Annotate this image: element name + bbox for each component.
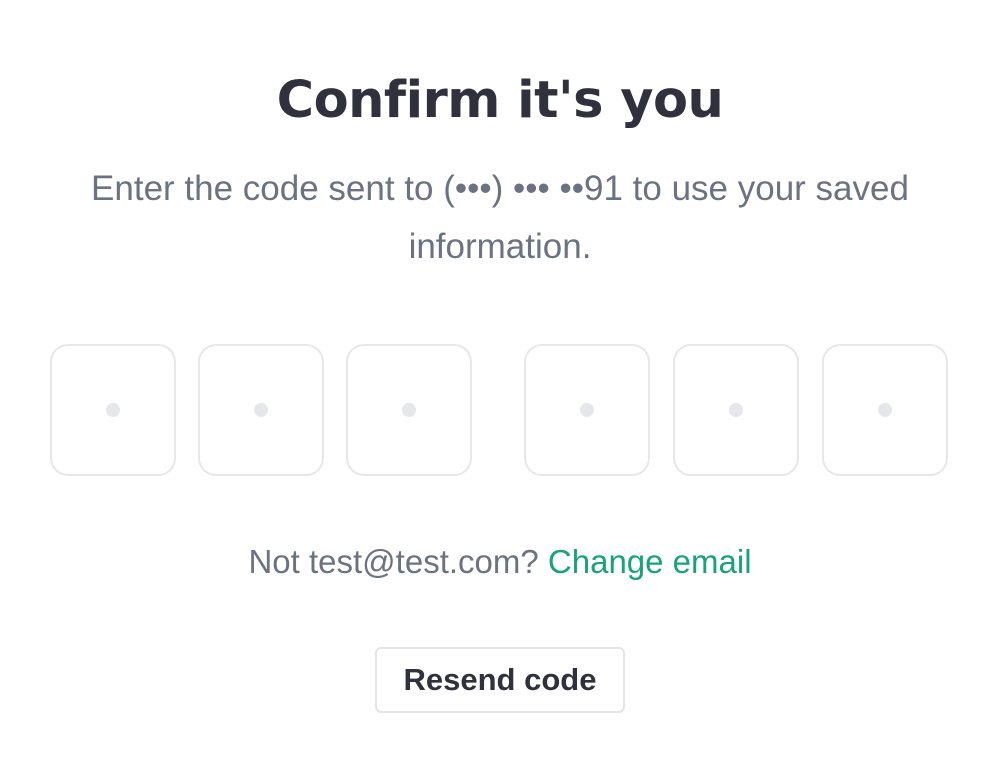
change-email-row: Not test@test.com? Change email: [0, 540, 1000, 584]
verification-code-input: [50, 344, 950, 478]
code-digit-5[interactable]: [673, 344, 799, 476]
code-digit-1[interactable]: [50, 344, 176, 476]
code-digit-3[interactable]: [346, 344, 472, 476]
code-digit-2[interactable]: [198, 344, 324, 476]
placeholder-dot-icon: [106, 403, 120, 417]
resend-code-button[interactable]: Resend code: [375, 647, 625, 713]
placeholder-dot-icon: [729, 403, 743, 417]
change-email-link[interactable]: Change email: [548, 543, 752, 580]
code-digit-6[interactable]: [822, 344, 948, 476]
page-title: Confirm it's you: [276, 71, 724, 130]
placeholder-dot-icon: [580, 403, 594, 417]
page-subtitle: Enter the code sent to (•••) ••• ••91 to…: [91, 169, 909, 266]
code-digit-4[interactable]: [524, 344, 650, 476]
placeholder-dot-icon: [878, 403, 892, 417]
account-email-prompt: Not test@test.com?: [248, 543, 539, 580]
placeholder-dot-icon: [254, 403, 268, 417]
placeholder-dot-icon: [402, 403, 416, 417]
